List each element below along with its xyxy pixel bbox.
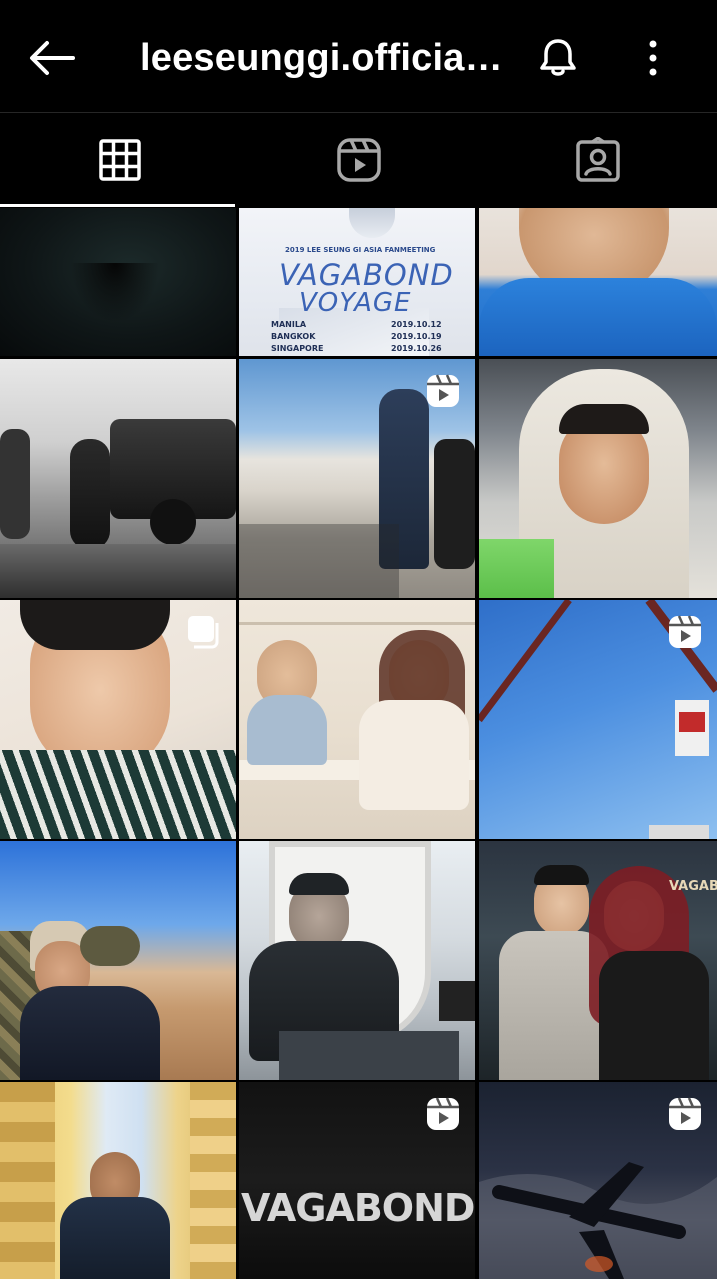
grid-post-4[interactable] xyxy=(0,359,236,598)
back-button[interactable] xyxy=(22,30,82,86)
grid-post-2[interactable]: 2019 LEE SEUNG GI ASIA FANMEETING VAGABO… xyxy=(239,208,475,356)
reels-icon xyxy=(427,1097,459,1130)
poster-title-voyage: VOYAGE xyxy=(299,288,412,318)
arrow-left-icon xyxy=(30,41,75,75)
grid-post-10[interactable] xyxy=(0,841,236,1080)
tagged-icon xyxy=(575,137,620,182)
vagabond-title-text: VAGABOND xyxy=(241,1186,475,1230)
profile-tabs xyxy=(0,112,717,207)
reels-icon xyxy=(427,374,459,407)
grid-icon xyxy=(98,139,141,181)
poster-date-3: 2019.10.26 xyxy=(391,344,442,353)
reels-icon xyxy=(336,138,381,182)
posts-grid: 2019 LEE SEUNG GI ASIA FANMEETING VAGABO… xyxy=(0,208,717,1279)
more-vertical-icon xyxy=(649,40,657,76)
press-wall-text: VAGABO xyxy=(669,879,717,894)
grid-post-14[interactable]: VAGABOND xyxy=(239,1082,475,1279)
grid-post-7[interactable] xyxy=(0,600,236,839)
poster-city-2: BANGKOK xyxy=(271,332,316,341)
carousel-icon xyxy=(188,616,219,649)
more-options-button[interactable] xyxy=(628,30,678,86)
grid-post-13[interactable] xyxy=(0,1082,236,1279)
reels-icon xyxy=(669,615,701,648)
poster-city-1: MANILA xyxy=(271,320,307,329)
poster-title-vagabond: VAGABOND xyxy=(279,258,454,292)
profile-username: leeseunggi.official… xyxy=(140,37,510,79)
grid-post-11[interactable] xyxy=(239,841,475,1080)
grid-post-12[interactable]: VAGABO xyxy=(479,841,717,1080)
tab-posts-grid[interactable] xyxy=(0,113,239,207)
grid-post-8[interactable] xyxy=(239,600,475,839)
poster-date-1: 2019.10.12 xyxy=(391,320,442,329)
grid-post-15[interactable] xyxy=(479,1082,717,1279)
notifications-button[interactable] xyxy=(530,30,586,86)
poster-date-2: 2019.10.19 xyxy=(391,332,442,341)
reels-icon xyxy=(669,1097,701,1130)
profile-header: leeseunggi.official… xyxy=(0,0,717,112)
bell-icon xyxy=(540,39,576,76)
poster-subtitle: 2019 LEE SEUNG GI ASIA FANMEETING xyxy=(285,246,436,254)
grid-post-9[interactable] xyxy=(479,600,717,839)
grid-post-3[interactable] xyxy=(479,208,717,356)
grid-post-1[interactable] xyxy=(0,208,236,356)
tab-tagged[interactable] xyxy=(478,113,717,207)
grid-post-6[interactable] xyxy=(479,359,717,598)
grid-post-5[interactable] xyxy=(239,359,475,598)
poster-city-3: SINGAPORE xyxy=(271,344,324,353)
tab-reels[interactable] xyxy=(239,113,478,207)
